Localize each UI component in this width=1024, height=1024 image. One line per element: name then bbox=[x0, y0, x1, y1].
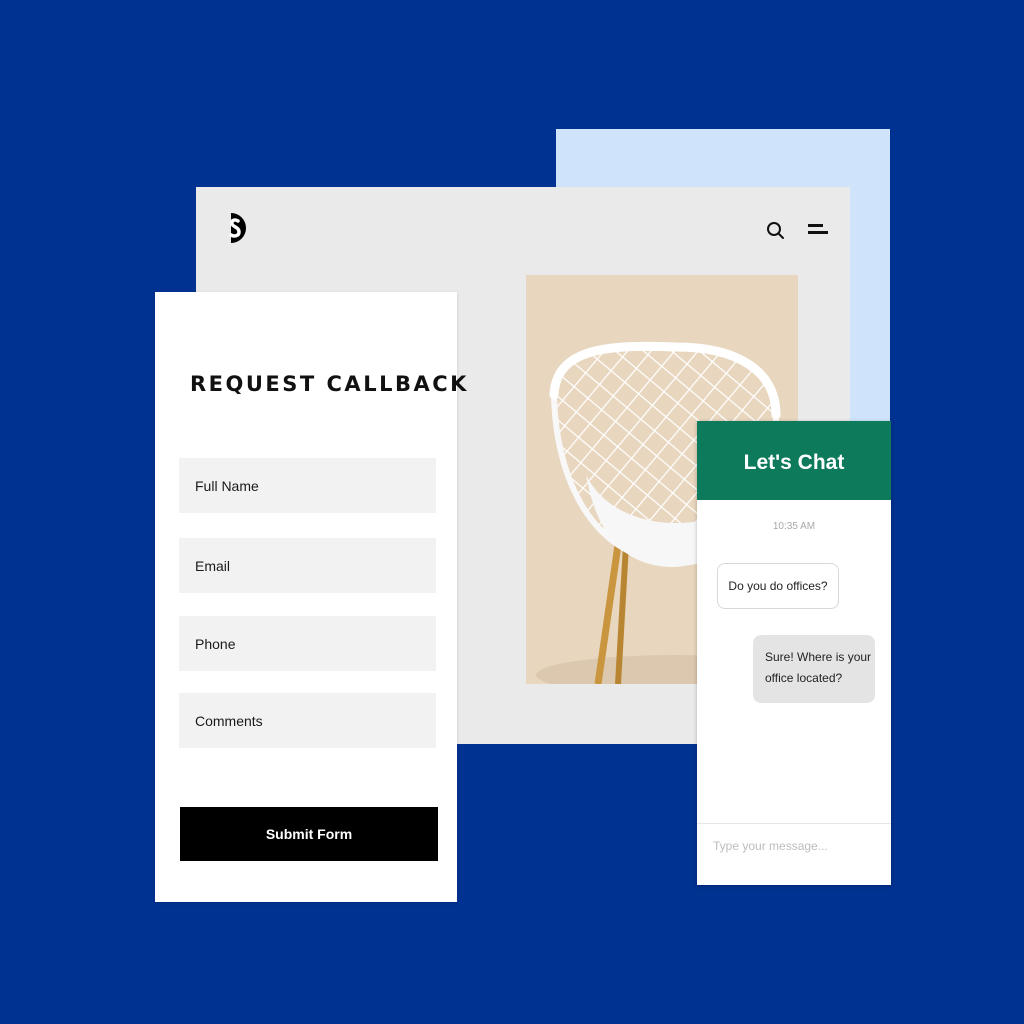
request-callback-form: REQUEST CALLBACK Full Name Email Phone C… bbox=[155, 292, 466, 902]
form-title: REQUEST CALLBACK bbox=[190, 372, 469, 396]
submit-form-button[interactable]: Submit Form bbox=[180, 807, 438, 861]
phone-field[interactable]: Phone bbox=[179, 616, 436, 671]
chat-widget: Let's Chat 10:35 AM Do you do offices? S… bbox=[697, 421, 891, 885]
chat-timestamp: 10:35 AM bbox=[772, 521, 816, 532]
menu-icon[interactable] bbox=[807, 221, 831, 239]
comments-field[interactable]: Comments bbox=[179, 693, 436, 748]
search-icon[interactable] bbox=[765, 220, 787, 242]
chat-divider bbox=[697, 823, 891, 824]
agent-message-bubble: Sure! Where is your office located? bbox=[753, 635, 875, 703]
brand-logo-icon[interactable] bbox=[219, 210, 249, 246]
email-field[interactable]: Email bbox=[179, 538, 436, 593]
full-name-field[interactable]: Full Name bbox=[179, 458, 436, 513]
chat-header-title: Let's Chat bbox=[697, 421, 891, 500]
chat-message-input[interactable] bbox=[713, 839, 878, 853]
visitor-message-bubble: Do you do offices? bbox=[717, 563, 839, 609]
